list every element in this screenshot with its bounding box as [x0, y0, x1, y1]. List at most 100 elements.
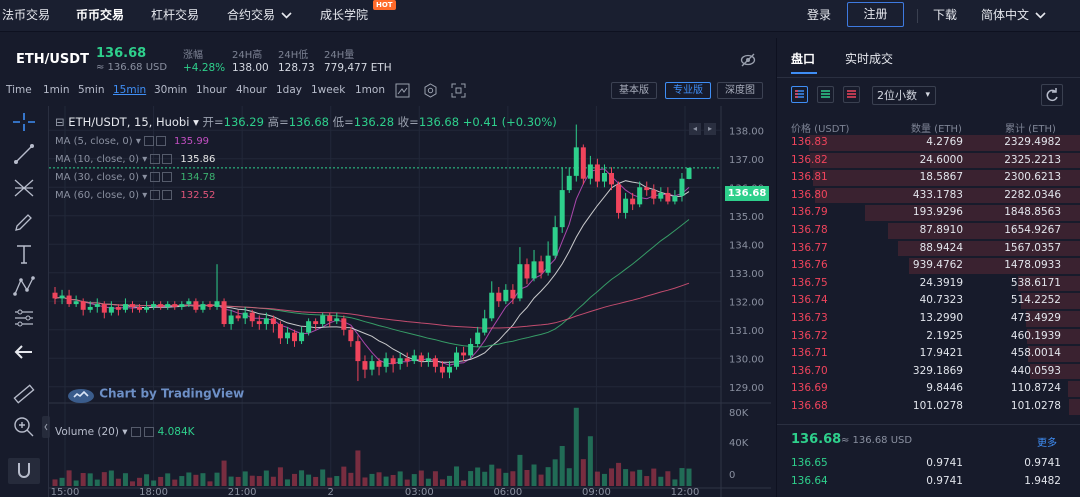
qty-cell: 13.2990 [919, 312, 963, 324]
order-row[interactable]: 136.75 24.3919 538.6171 [777, 275, 1080, 293]
order-row[interactable]: 136.71 17.9421 458.0014 [777, 345, 1080, 363]
close-icon[interactable] [144, 427, 155, 437]
tf-1day[interactable]: 1day [276, 84, 302, 96]
more-link[interactable]: 更多 [1037, 434, 1057, 449]
volume-study-label[interactable]: Volume (20) ▾ 4.084K [55, 426, 195, 438]
text-tool-icon[interactable] [10, 242, 38, 266]
login-link[interactable]: 登录 [807, 0, 831, 32]
pattern-icon[interactable] [10, 274, 38, 298]
caret-down-icon[interactable]: ▾ [139, 172, 150, 183]
trend-line-icon[interactable] [10, 142, 38, 166]
nav-margin-trading[interactable]: 杠杆交易 [151, 0, 199, 32]
zoom-in-icon[interactable] [10, 414, 38, 438]
order-row[interactable]: 136.81 18.5867 2300.6213 [777, 169, 1080, 187]
order-row[interactable]: 136.64 0.9741 1.9482 [777, 473, 1080, 491]
order-row[interactable]: 136.80 433.1783 2282.0346 [777, 187, 1080, 205]
view-basic-button[interactable]: 基本版 [611, 82, 657, 99]
caret-down-icon[interactable]: ▾ [139, 190, 150, 201]
order-row[interactable]: 136.79 193.9296 1848.8563 [777, 204, 1080, 222]
order-row[interactable]: 136.72 2.1925 460.1939 [777, 328, 1080, 346]
tf-time[interactable]: Time [6, 84, 32, 96]
price-tick-label: 129.00 [729, 383, 764, 394]
nav-academy[interactable]: 成长学院 [320, 0, 368, 32]
series-title[interactable]: ETH/USDT, 15, Huobi [68, 115, 189, 129]
scroll-right-icon[interactable]: ▸ [704, 123, 716, 135]
order-row[interactable]: 136.73 13.2990 473.4929 [777, 310, 1080, 328]
language-selector[interactable]: 简体中文 [981, 0, 1046, 32]
nav-contract-trading[interactable]: 合约交易 [227, 0, 292, 32]
tf-1min[interactable]: 1min [43, 84, 69, 96]
close-icon[interactable] [162, 154, 173, 164]
collapse-legend-icon[interactable]: ⊟ [55, 115, 65, 129]
ma-legend-row[interactable]: MA (60, close, 0) ▾ 132.52 [55, 187, 215, 205]
settings-icon[interactable] [150, 154, 161, 164]
hide-eye-icon[interactable] [740, 52, 756, 68]
order-row[interactable]: 136.68 101.0278 101.0278 [777, 398, 1080, 416]
chart-area[interactable]: 138.00137.00136.00135.00134.00133.00132.… [48, 106, 771, 497]
settings-icon[interactable] [130, 427, 141, 437]
layout-bids-icon[interactable] [817, 86, 834, 103]
ma-legend-row[interactable]: MA (10, close, 0) ▾ 135.86 [55, 151, 215, 169]
refresh-icon[interactable] [1041, 84, 1063, 106]
register-button[interactable]: 注册 [847, 2, 904, 27]
nav-fiat-trading[interactable]: 法币交易 [2, 0, 50, 32]
tab-recent-trades[interactable]: 实时成交 [845, 50, 893, 67]
layout-both-icon[interactable] [791, 86, 808, 103]
order-row[interactable]: 136.74 40.7323 514.2252 [777, 292, 1080, 310]
order-row[interactable]: 136.77 88.9424 1567.0357 [777, 240, 1080, 258]
settings-icon[interactable] [150, 172, 161, 182]
nav-spot-trading[interactable]: 币币交易 [76, 0, 124, 32]
order-row[interactable]: 136.65 0.9741 0.9741 [777, 455, 1080, 473]
tf-1mon[interactable]: 1mon [355, 84, 385, 96]
order-row[interactable]: 136.69 9.8446 110.8724 [777, 380, 1080, 398]
settings-icon[interactable] [150, 190, 161, 200]
settings-icon[interactable] [423, 83, 438, 98]
tf-4hour[interactable]: 4hour [236, 84, 267, 96]
price-cell: 136.81 [791, 171, 828, 184]
download-link[interactable]: 下载 [933, 0, 957, 32]
volume-bar [446, 475, 452, 486]
close-icon[interactable] [156, 136, 167, 146]
caret-down-icon[interactable]: ▾ [139, 154, 150, 165]
fib-tool-icon[interactable] [10, 176, 38, 200]
close-icon[interactable] [162, 172, 173, 182]
candle-body [313, 321, 319, 325]
order-row[interactable]: 136.76 939.4762 1478.0933 [777, 257, 1080, 275]
candle-body [66, 295, 72, 305]
ma-legend-row[interactable]: MA (5, close, 0) ▾ 135.99 [55, 133, 215, 151]
candle-body [129, 304, 135, 307]
magnet-icon[interactable] [8, 458, 40, 484]
brush-icon[interactable] [10, 210, 38, 234]
candle-body [214, 301, 220, 307]
scroll-left-icon[interactable]: ◂ [689, 123, 701, 135]
caret-down-icon[interactable]: ▾ [133, 136, 144, 147]
settings-icon[interactable] [144, 136, 155, 146]
ma-legend-row[interactable]: MA (30, close, 0) ▾ 134.78 [55, 169, 215, 187]
crosshair-icon[interactable] [10, 110, 38, 134]
view-pro-button[interactable]: 专业版 [665, 82, 711, 99]
time-tick-label: 18:00 [139, 487, 168, 497]
tf-15min[interactable]: 15min [113, 84, 146, 96]
layout-asks-icon[interactable] [843, 86, 860, 103]
view-depth-button[interactable]: 深度图 [717, 82, 763, 99]
order-row[interactable]: 136.83 4.2769 2329.4982 [777, 134, 1080, 152]
candle-body [644, 187, 650, 191]
order-row[interactable]: 136.70 329.1869 440.0593 [777, 363, 1080, 381]
candle-body [545, 255, 551, 273]
tf-5min[interactable]: 5min [78, 84, 104, 96]
tf-30min[interactable]: 30min [154, 84, 187, 96]
order-row[interactable]: 136.78 87.8910 1654.9267 [777, 222, 1080, 240]
compare-icon[interactable] [395, 83, 410, 98]
order-row[interactable]: 136.82 24.6000 2325.2213 [777, 152, 1080, 170]
ruler-icon[interactable] [10, 382, 38, 406]
back-arrow-icon[interactable] [10, 340, 38, 364]
caret-down-icon[interactable]: ▾ [189, 115, 202, 129]
tab-order-book[interactable]: 盘口 [791, 50, 815, 67]
tf-1hour[interactable]: 1hour [196, 84, 227, 96]
fullscreen-icon[interactable] [451, 83, 466, 98]
prediction-icon[interactable] [10, 306, 38, 330]
close-icon[interactable] [162, 190, 173, 200]
decimals-select[interactable]: 2位小数 ▾ [872, 86, 936, 105]
chart-panel: ETH/USDT 136.68 ≈ 136.68 USD 涨幅 +4.28% 2… [0, 38, 771, 497]
tf-1week[interactable]: 1week [311, 84, 345, 96]
